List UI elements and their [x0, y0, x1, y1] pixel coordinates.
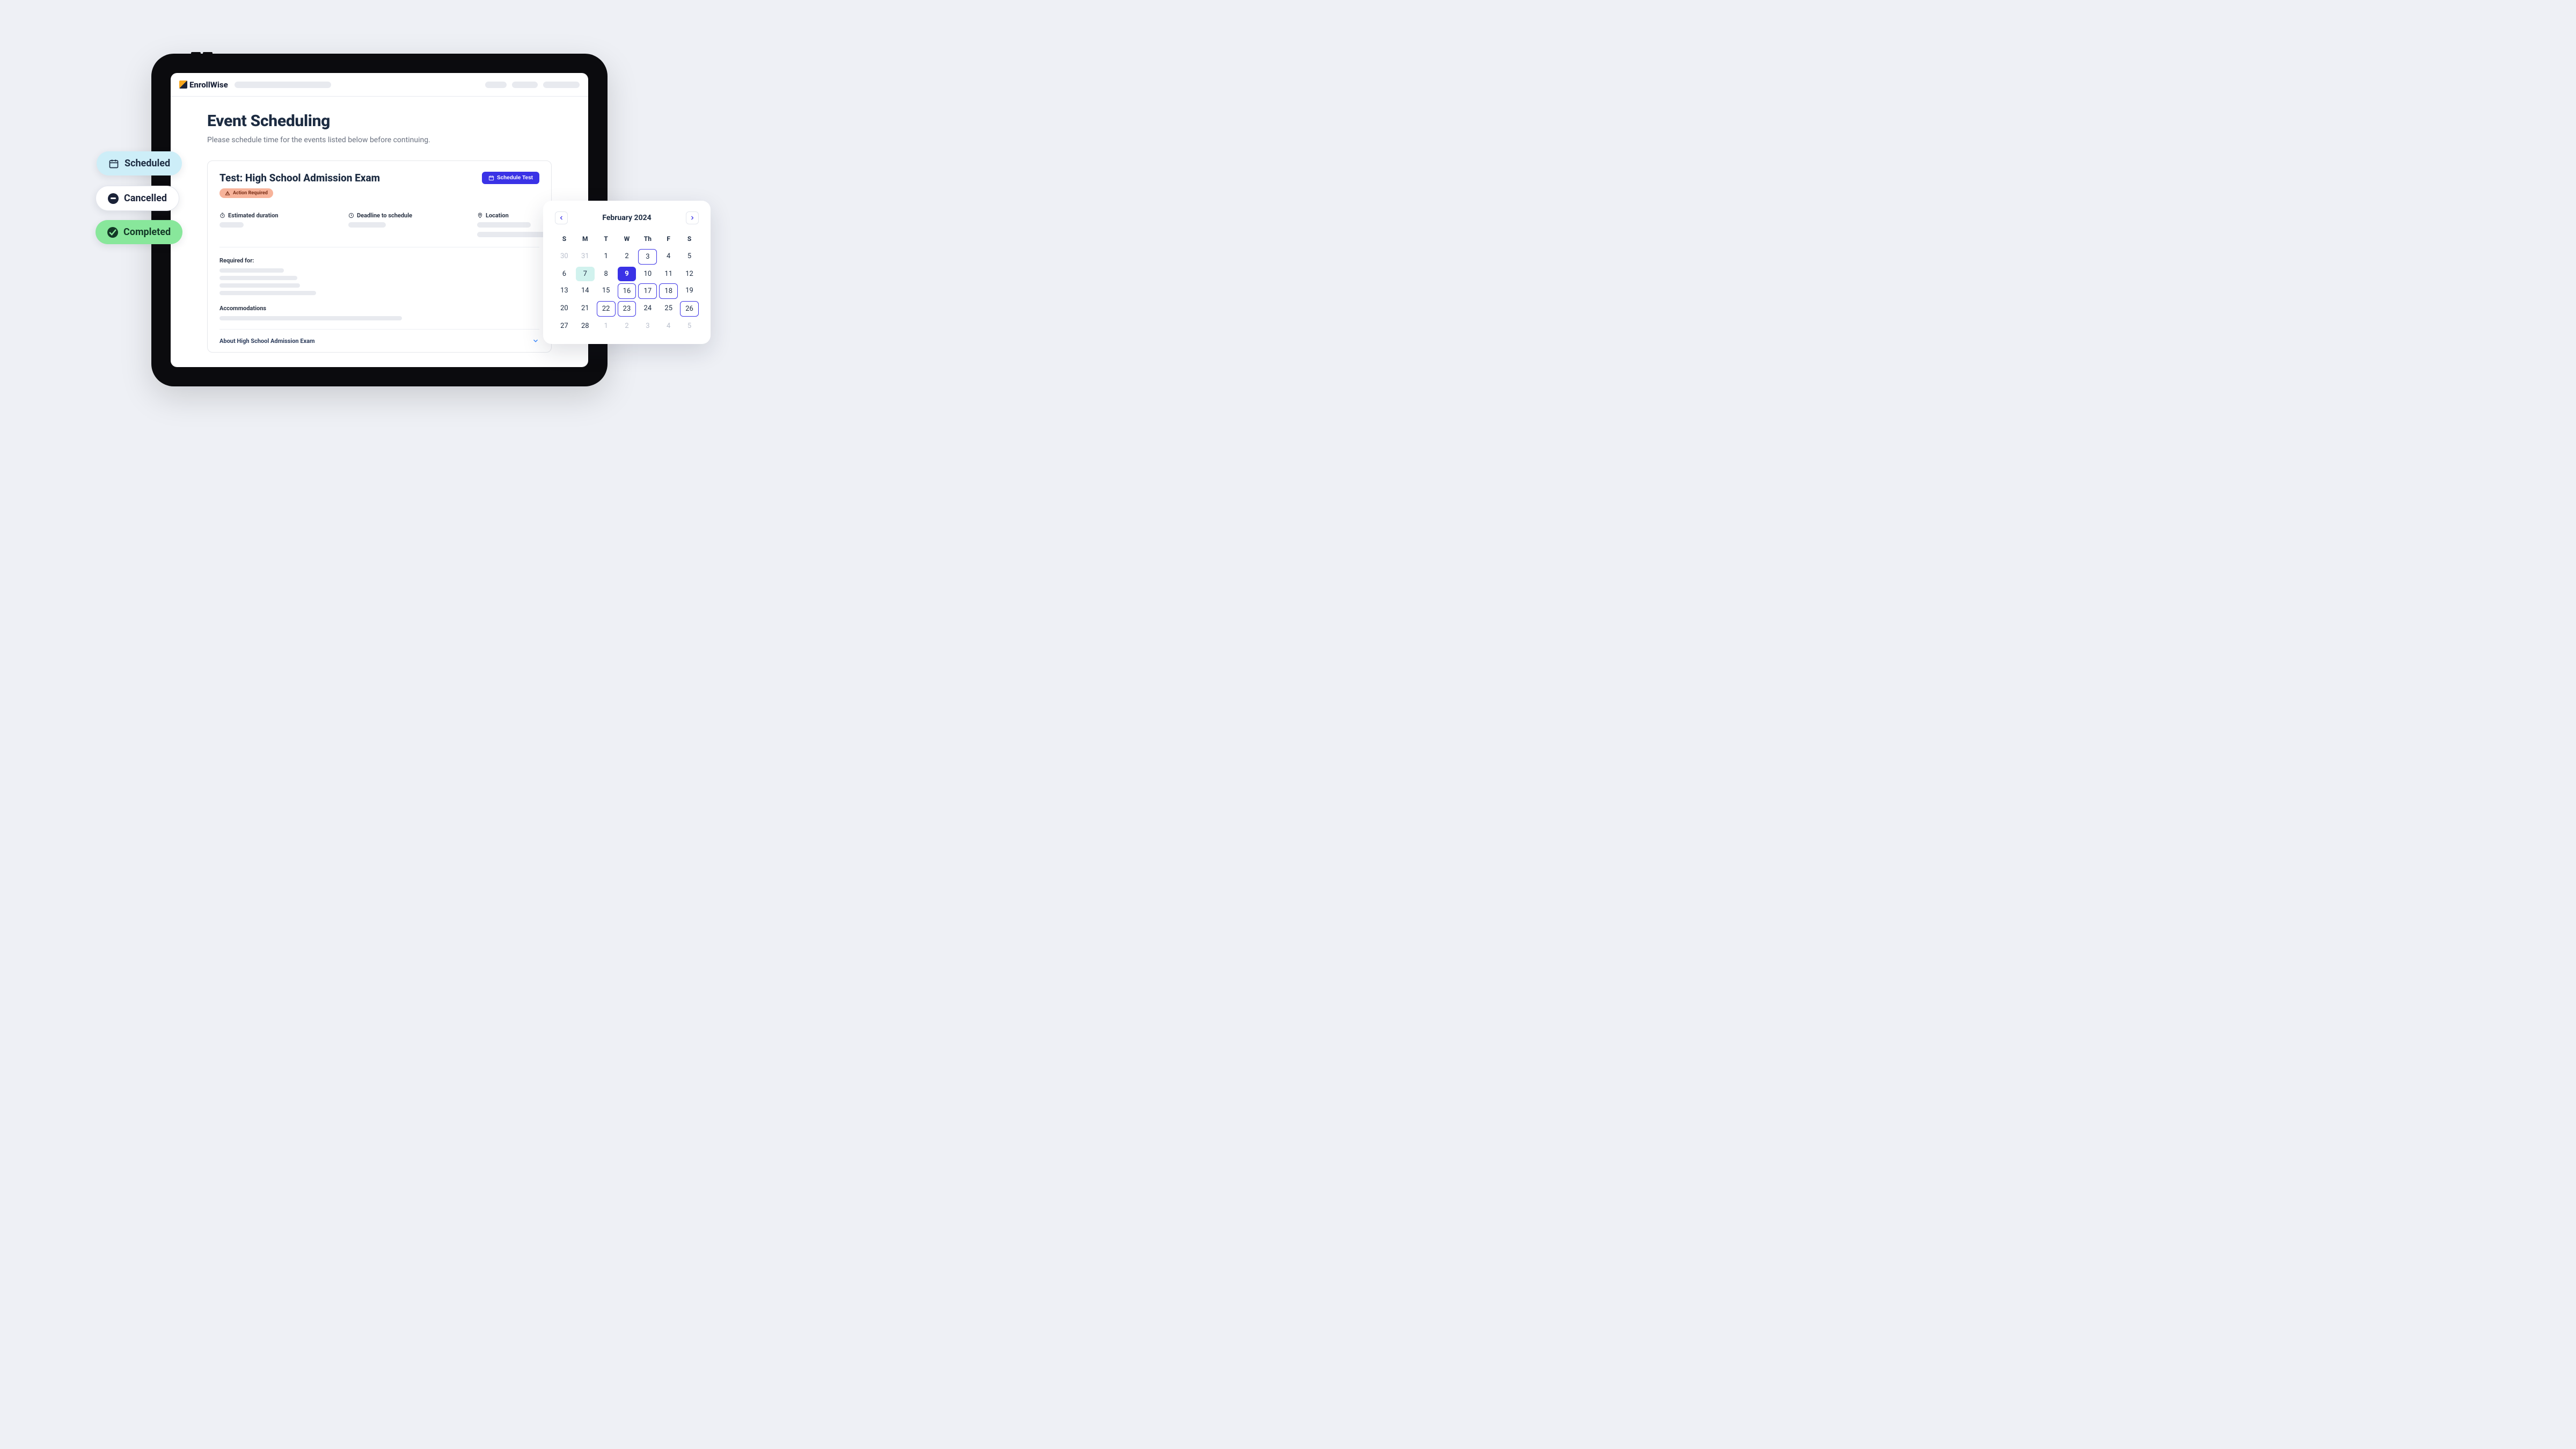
calendar-day: 1 — [597, 319, 616, 333]
app-header: EnrollWise — [171, 73, 588, 97]
calendar-day[interactable]: 10 — [638, 267, 657, 281]
calendar-day[interactable]: 6 — [555, 267, 574, 281]
nav-placeholder — [235, 82, 331, 88]
calendar-day[interactable]: 11 — [659, 267, 678, 281]
app-screen: EnrollWise Event Scheduling Please sched… — [171, 73, 588, 367]
calendar-day: 3 — [638, 319, 657, 333]
duration-value-placeholder — [219, 222, 244, 228]
calendar-day[interactable]: 1 — [597, 249, 616, 265]
brand-name: EnrollWise — [189, 80, 228, 90]
calendar-day[interactable]: 18 — [659, 283, 678, 299]
calendar-day: 30 — [555, 249, 574, 265]
calendar-day[interactable]: 2 — [618, 249, 636, 265]
calendar-day: 5 — [680, 319, 699, 333]
header-action-placeholder — [543, 82, 580, 88]
list-item-placeholder — [219, 268, 284, 273]
status-badge-action-required: Action Required — [219, 188, 273, 198]
clock-icon — [348, 213, 354, 218]
required-for-list — [219, 268, 539, 295]
event-title: Test: High School Admission Exam — [219, 172, 380, 184]
required-for-label: Required for: — [219, 257, 539, 264]
calendar-icon — [488, 175, 494, 181]
logo-mark-icon — [179, 80, 187, 89]
header-action-placeholder — [512, 82, 538, 88]
calendar-day[interactable]: 8 — [597, 267, 616, 281]
calendar-grid: SMTWThFS30311234567891011121314151617181… — [555, 232, 699, 333]
deadline-value-placeholder — [348, 222, 386, 228]
calendar-day: 31 — [576, 249, 595, 265]
clock-icon — [219, 213, 225, 218]
meta-duration-label: Estimated duration — [219, 212, 300, 219]
page-subtitle: Please schedule time for the events list… — [207, 136, 552, 144]
calendar-day[interactable]: 5 — [680, 249, 699, 265]
calendar-day[interactable]: 28 — [576, 319, 595, 333]
calendar-day[interactable]: 20 — [555, 301, 574, 317]
calendar-day[interactable]: 17 — [638, 283, 657, 299]
calendar-next-button[interactable] — [686, 211, 699, 224]
calendar-day[interactable]: 27 — [555, 319, 574, 333]
pill-label: Completed — [123, 226, 171, 238]
chevron-right-icon — [689, 215, 696, 221]
calendar-day[interactable]: 14 — [576, 283, 595, 299]
schedule-test-button[interactable]: Schedule Test — [482, 172, 539, 184]
calendar-day[interactable]: 23 — [618, 301, 636, 317]
list-item-placeholder — [219, 276, 297, 280]
event-card: Test: High School Admission Exam Action … — [207, 160, 552, 353]
page-title: Event Scheduling — [207, 112, 552, 130]
schedule-button-label: Schedule Test — [497, 175, 533, 181]
tablet-frame: EnrollWise Event Scheduling Please sched… — [151, 54, 608, 386]
meta-deadline-label: Deadline to schedule — [348, 212, 429, 219]
accommodations-label: Accommodations — [219, 305, 539, 312]
status-pill-cancelled: Cancelled — [96, 186, 179, 211]
calendar-day[interactable]: 19 — [680, 283, 699, 299]
brand-logo[interactable]: EnrollWise — [179, 80, 228, 90]
main-content: Event Scheduling Please schedule time fo… — [171, 97, 588, 367]
pin-icon — [477, 213, 483, 218]
calendar-icon — [108, 158, 119, 169]
calendar-dow: T — [597, 232, 616, 247]
calendar-day[interactable]: 3 — [638, 249, 657, 265]
chevron-down-icon — [532, 337, 539, 345]
calendar-day[interactable]: 25 — [659, 301, 678, 317]
calendar-dow: S — [680, 232, 699, 247]
calendar-dow: W — [618, 232, 636, 247]
calendar-day[interactable]: 13 — [555, 283, 574, 299]
calendar-day[interactable]: 4 — [659, 249, 678, 265]
calendar-dow: S — [555, 232, 574, 247]
calendar-day: 4 — [659, 319, 678, 333]
status-pill-scheduled: Scheduled — [97, 151, 182, 175]
calendar-dow: M — [576, 232, 595, 247]
list-item-placeholder — [219, 283, 300, 288]
header-action-placeholder — [485, 82, 507, 88]
warning-icon — [225, 191, 230, 196]
check-circle-icon — [107, 227, 118, 238]
about-expander[interactable]: About High School Admission Exam — [219, 330, 539, 352]
cancel-icon — [108, 193, 119, 204]
calendar-month-label: February 2024 — [602, 214, 651, 222]
calendar-popover: February 2024 SMTWThFS303112345678910111… — [543, 201, 711, 344]
calendar-day[interactable]: 12 — [680, 267, 699, 281]
calendar-day[interactable]: 9 — [618, 267, 636, 281]
chevron-left-icon — [558, 215, 565, 221]
calendar-dow: Th — [638, 232, 657, 247]
accommodations-placeholder — [219, 316, 402, 320]
pill-label: Cancelled — [124, 193, 167, 204]
calendar-day[interactable]: 16 — [618, 283, 636, 299]
about-label: About High School Admission Exam — [219, 338, 315, 345]
badge-label: Action Required — [233, 191, 268, 196]
calendar-day[interactable]: 24 — [638, 301, 657, 317]
pill-label: Scheduled — [125, 158, 170, 169]
location-value-placeholder — [477, 222, 531, 228]
calendar-day[interactable]: 15 — [597, 283, 616, 299]
calendar-day[interactable]: 26 — [680, 301, 699, 317]
calendar-day[interactable]: 7 — [576, 267, 595, 281]
calendar-day[interactable]: 22 — [597, 301, 616, 317]
calendar-day[interactable]: 21 — [576, 301, 595, 317]
calendar-day: 2 — [618, 319, 636, 333]
status-pill-completed: Completed — [96, 220, 182, 244]
calendar-prev-button[interactable] — [555, 211, 568, 224]
list-item-placeholder — [219, 291, 316, 295]
calendar-dow: F — [659, 232, 678, 247]
